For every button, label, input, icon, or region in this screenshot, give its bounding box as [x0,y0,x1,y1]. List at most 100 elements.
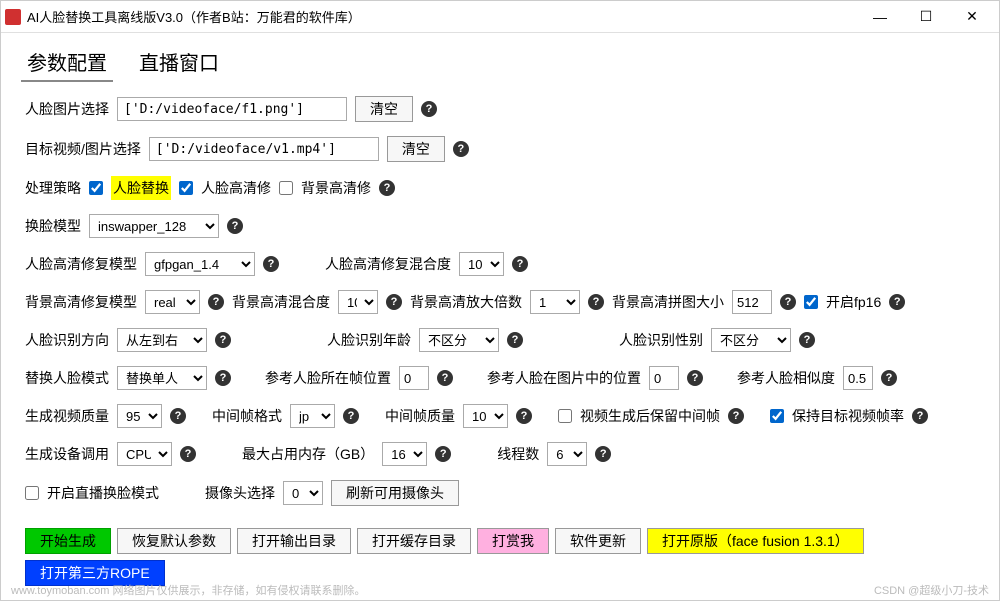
help-icon: ? [595,446,611,462]
device-select[interactable]: CPU [117,442,172,466]
video-quality-label: 生成视频质量 [25,406,109,426]
face-restore-label: 人脸高清修复模型 [25,254,137,274]
refresh-cam-button[interactable]: 刷新可用摄像头 [331,480,459,506]
reset-button[interactable]: 恢复默认参数 [117,528,231,554]
detect-age-select[interactable]: 不区分 [419,328,499,352]
target-clear-button[interactable]: 清空 [387,136,445,162]
bg-scale-select[interactable]: 1 [530,290,580,314]
face-image-label: 人脸图片选择 [25,99,109,119]
face-restore-select[interactable]: gfpgan_1.4 [145,252,255,276]
face-image-input[interactable] [117,97,347,121]
help-icon: ? [687,370,703,386]
ref-sim-input[interactable] [843,366,873,390]
fp16-checkbox[interactable] [804,295,818,309]
strategy-swap-label: 人脸替换 [111,176,171,200]
strategy-bghd-label: 背景高清修 [301,178,371,198]
live-enable-checkbox[interactable] [25,486,39,500]
ref-mode-select[interactable]: 替换单人 [117,366,207,390]
help-icon: ? [379,180,395,196]
help-icon: ? [180,446,196,462]
help-icon: ? [215,332,231,348]
help-icon: ? [437,370,453,386]
help-icon: ? [386,294,402,310]
open-cache-button[interactable]: 打开缓存目录 [357,528,471,554]
minimize-button[interactable]: — [857,2,903,32]
detect-dir-label: 人脸识别方向 [25,330,109,350]
close-button[interactable]: ✕ [949,2,995,32]
help-icon: ? [512,256,528,272]
donate-button[interactable]: 打赏我 [477,528,549,554]
cam-label: 摄像头选择 [205,483,275,503]
strategy-label: 处理策略 [25,178,81,198]
help-icon: ? [435,446,451,462]
open-original-button[interactable]: 打开原版（face fusion 1.3.1） [647,528,864,554]
update-button[interactable]: 软件更新 [555,528,641,554]
help-icon: ? [208,294,224,310]
app-icon [5,9,21,25]
keep-fps-checkbox[interactable] [770,409,784,423]
mem-label: 最大占用内存（GB） [242,444,374,464]
detect-gender-select[interactable]: 不区分 [711,328,791,352]
bg-tile-label: 背景高清拼图大小 [612,292,724,312]
keep-mid-checkbox[interactable] [558,409,572,423]
help-icon: ? [516,408,532,424]
ref-pos-input[interactable] [649,366,679,390]
ref-frame-label: 参考人脸所在帧位置 [265,368,391,388]
help-icon: ? [170,408,186,424]
face-image-clear-button[interactable]: 清空 [355,96,413,122]
live-enable-label: 开启直播换脸模式 [47,483,159,503]
swap-model-select[interactable]: inswapper_128 [89,214,219,238]
threads-label: 线程数 [497,444,539,464]
bg-tile-input[interactable] [732,290,772,314]
strategy-facehd-label: 人脸高清修 [201,178,271,198]
bg-restore-select[interactable]: real [145,290,200,314]
fp16-label: 开启fp16 [826,292,881,312]
keep-fps-label: 保持目标视频帧率 [792,406,904,426]
target-input[interactable] [149,137,379,161]
maximize-button[interactable]: ☐ [903,2,949,32]
device-label: 生成设备调用 [25,444,109,464]
titlebar: AI人脸替换工具离线版V3.0（作者B站：万能君的软件库） — ☐ ✕ [1,1,999,33]
detect-dir-select[interactable]: 从左到右 [117,328,207,352]
footer-right: CSDN @超级小刀-技术 [874,582,989,598]
footer-left: www.toymoban.com 网络图片仅供展示，非存储，如有侵权请联系删除。 [11,582,365,598]
bg-scale-label: 背景高清放大倍数 [410,292,522,312]
mid-fmt-label: 中间帧格式 [212,406,282,426]
face-restore-blend-label: 人脸高清修复混合度 [325,254,451,274]
help-icon: ? [881,370,897,386]
video-quality-select[interactable]: 95 [117,404,162,428]
help-icon: ? [889,294,905,310]
cam-select[interactable]: 0 [283,481,323,505]
footer: www.toymoban.com 网络图片仅供展示，非存储，如有侵权请联系删除。… [11,582,989,598]
bg-blend-label: 背景高清混合度 [232,292,330,312]
open-output-button[interactable]: 打开输出目录 [237,528,351,554]
ref-pos-label: 参考人脸在图片中的位置 [487,368,641,388]
start-button[interactable]: 开始生成 [25,528,111,554]
mid-fmt-select[interactable]: jp [290,404,335,428]
strategy-swap-checkbox[interactable] [89,181,103,195]
strategy-facehd-checkbox[interactable] [179,181,193,195]
help-icon: ? [215,370,231,386]
tab-config[interactable]: 参数配置 [21,43,113,82]
mem-select[interactable]: 16 [382,442,427,466]
detect-age-label: 人脸识别年龄 [327,330,411,350]
ref-mode-label: 替换人脸模式 [25,368,109,388]
mid-quality-select[interactable]: 10 [463,404,508,428]
help-icon: ? [728,408,744,424]
window-title: AI人脸替换工具离线版V3.0（作者B站：万能君的软件库） [27,7,857,26]
bg-blend-select[interactable]: 10 [338,290,378,314]
tabs: 参数配置 直播窗口 [1,33,999,82]
threads-select[interactable]: 6 [547,442,587,466]
help-icon: ? [421,101,437,117]
help-icon: ? [507,332,523,348]
tab-live[interactable]: 直播窗口 [133,43,225,82]
ref-sim-label: 参考人脸相似度 [737,368,835,388]
help-icon: ? [263,256,279,272]
help-icon: ? [343,408,359,424]
face-restore-blend-select[interactable]: 10 [459,252,504,276]
help-icon: ? [780,294,796,310]
help-icon: ? [227,218,243,234]
strategy-bghd-checkbox[interactable] [279,181,293,195]
bg-restore-label: 背景高清修复模型 [25,292,137,312]
ref-frame-input[interactable] [399,366,429,390]
